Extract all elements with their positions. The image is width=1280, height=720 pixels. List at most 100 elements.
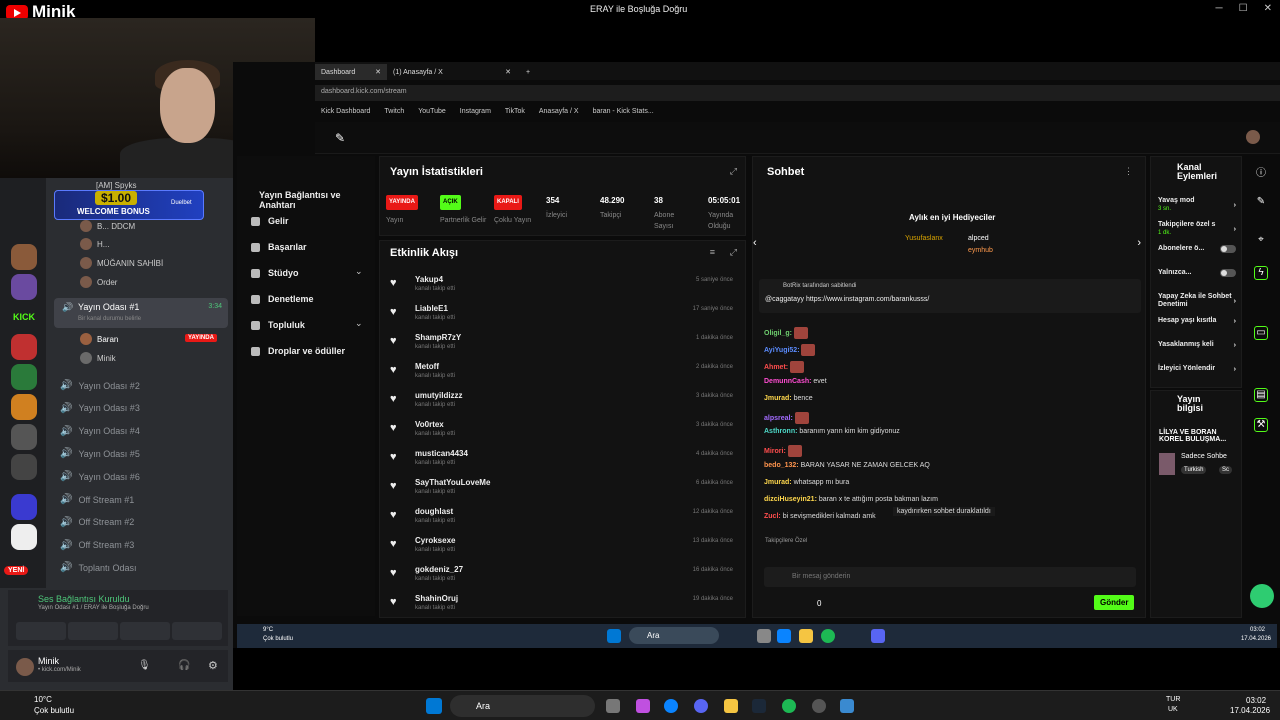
voice-user[interactable]: [AM] Spyks <box>96 181 136 190</box>
channel-action[interactable]: Abonelere ö... <box>1158 245 1236 253</box>
popout-icon[interactable]: ⤢ <box>730 247 737 258</box>
bookmark[interactable]: TikTok <box>505 108 525 115</box>
close-icon[interactable]: ✕ <box>1264 3 1272 14</box>
follower-name[interactable]: ShahinOruj <box>415 594 458 603</box>
crosshair-icon[interactable]: ⌖ <box>1254 234 1268 248</box>
voice-channel[interactable]: 🔊 Off Stream #3 <box>60 540 134 551</box>
folder-icon[interactable] <box>799 629 813 643</box>
lang-label[interactable]: TUR <box>1166 696 1180 703</box>
chat-username[interactable]: Ahmet: <box>764 364 788 371</box>
new-tab-button[interactable]: + <box>520 64 536 80</box>
taskbar-search[interactable]: Ara <box>629 627 719 644</box>
follower-name[interactable]: mustican4434 <box>415 449 468 458</box>
chat-message[interactable]: Zucl: bi sevişmedikleri kalmadı amk <box>764 513 876 520</box>
server-icon[interactable] <box>11 334 37 360</box>
nav-drops[interactable]: Droplar ve ödüller <box>251 346 345 356</box>
bookmark[interactable]: Anasayfa / X <box>539 108 579 115</box>
active-voice-channel[interactable]: 🔊 Yayın Odası #1 3:34 Bir kanal durumu b… <box>54 298 228 328</box>
bookmark[interactable]: YouTube <box>418 108 446 115</box>
chevron-down-icon[interactable]: ⌄ <box>355 318 363 329</box>
follower-name[interactable]: ShampR7zY <box>415 333 461 342</box>
folder-icon[interactable] <box>724 699 738 713</box>
voice-user[interactable]: B... DDCM <box>80 220 135 232</box>
chat-message[interactable]: Jmurad: bence <box>764 395 813 402</box>
voice-channel[interactable]: 🔊 Yayın Odası #6 <box>60 471 140 482</box>
channel-action[interactable]: İzleyici Yönlendir › <box>1158 365 1236 373</box>
pin-icon[interactable]: ✎ <box>335 131 345 145</box>
support-button[interactable] <box>1250 584 1274 608</box>
app-icon[interactable] <box>757 629 771 643</box>
chat-message[interactable]: Mirori: <box>764 445 802 458</box>
nav-revenue[interactable]: Gelir <box>251 216 289 226</box>
channel-action[interactable]: Hesap yaşı kısıtla › <box>1158 317 1236 325</box>
voice-user[interactable]: H... <box>80 238 109 250</box>
channel-action[interactable]: Yalnızca... <box>1158 269 1236 277</box>
app-icon[interactable] <box>812 699 826 713</box>
chat-username[interactable]: AyiYugi52: <box>764 347 800 354</box>
chat-message[interactable]: Asthronn: baranım yarın kim kim gidiyonu… <box>764 428 900 435</box>
chat-message[interactable]: Ahmet: <box>764 360 805 373</box>
toggle[interactable] <box>1220 269 1236 277</box>
edit-icon[interactable]: ✎ <box>1254 196 1268 210</box>
follower-name[interactable]: gokdeniz_27 <box>415 565 463 574</box>
chat-username[interactable]: Jmurad: <box>764 479 792 486</box>
chevron-right-icon[interactable]: › <box>1137 237 1141 249</box>
channel-action[interactable]: Yasaklanmış keli › <box>1158 341 1236 349</box>
discord-icon[interactable] <box>871 629 885 643</box>
follower-name[interactable]: Vo0rtex <box>415 420 444 429</box>
more-options-icon[interactable]: ⋮ <box>1124 166 1133 177</box>
tag[interactable]: Sc <box>1219 466 1233 474</box>
copilot-icon[interactable] <box>636 699 650 713</box>
discord-icon[interactable] <box>694 699 708 713</box>
voice-user[interactable]: Baran <box>80 333 118 345</box>
voice-user[interactable]: Order <box>80 276 117 288</box>
chat-message[interactable]: AyiYugi52: <box>764 343 816 356</box>
chat-message[interactable]: dizciHuseyin21: baran x te attığım posta… <box>764 496 938 503</box>
camera-off-button[interactable] <box>16 622 66 640</box>
bookmark[interactable]: Twitch <box>384 108 404 115</box>
task-view-icon[interactable] <box>606 699 620 713</box>
tag[interactable]: Turkish <box>1181 466 1207 474</box>
bolt-icon[interactable]: ϟ <box>1254 266 1268 280</box>
avatar[interactable] <box>16 658 34 676</box>
chat-username[interactable]: Jmurad: <box>764 395 792 402</box>
chat-username[interactable]: Oligil_g: <box>764 330 792 337</box>
follower-name[interactable]: Yakup4 <box>415 275 443 284</box>
voice-channel[interactable]: 🔊 Yayın Odası #3 <box>60 403 140 414</box>
server-icon[interactable] <box>11 524 37 550</box>
voice-channel[interactable]: 🔊 Yayın Odası #5 <box>60 448 140 459</box>
chat-input[interactable]: Bir mesaj gönderin <box>764 567 1136 587</box>
chevron-left-icon[interactable]: ‹ <box>753 237 757 249</box>
follower-name[interactable]: Metoff <box>415 362 439 371</box>
spotify-icon[interactable] <box>782 699 796 713</box>
voice-channel[interactable]: 🔊 Off Stream #2 <box>60 517 134 528</box>
follower-name[interactable]: SayThatYouLoveMe <box>415 478 490 487</box>
chat-username[interactable]: Asthronn: <box>764 428 797 435</box>
chat-paused-notice[interactable]: kaydırırken sohbet duraklatıldı <box>893 507 995 516</box>
windows-start-icon[interactable] <box>426 698 442 714</box>
edge-icon[interactable] <box>664 699 678 713</box>
avatar[interactable] <box>1246 130 1260 144</box>
info-icon[interactable]: ⓘ <box>1254 164 1268 179</box>
chat-message[interactable]: Jmurad: whatsapp mı bura <box>764 479 849 486</box>
popout-icon[interactable]: ⤢ <box>730 166 737 177</box>
chat-username[interactable]: bedo_132: <box>764 462 799 469</box>
chat-message[interactable]: bedo_132: BARAN YASAR NE ZAMAN GELCEK AQ <box>764 462 930 469</box>
chat-username[interactable]: dizciHuseyin21: <box>764 496 817 503</box>
address-bar[interactable]: dashboard.kick.com/stream <box>315 85 1280 101</box>
channel-action[interactable]: Yapay Zeka ile Sohbet Denetimi › <box>1158 293 1236 309</box>
server-icon[interactable] <box>11 274 37 300</box>
activities-button[interactable] <box>120 622 170 640</box>
headphones-icon[interactable]: 🎧 <box>178 660 190 671</box>
nav-moderation[interactable]: Denetleme <box>251 294 314 304</box>
bookmark[interactable]: Instagram <box>460 108 491 115</box>
voice-channel[interactable]: 🔊 Off Stream #1 <box>60 494 134 505</box>
voice-channel[interactable]: 🔊 Yayın Odası #2 <box>60 380 140 391</box>
toggle[interactable] <box>1220 245 1236 253</box>
nav-achievements[interactable]: Başarılar <box>251 242 307 252</box>
windows-start-icon[interactable] <box>607 629 621 643</box>
wrench-icon[interactable]: ⚒ <box>1254 418 1268 432</box>
chat-username[interactable]: alpsreal: <box>764 414 793 421</box>
voice-channel[interactable]: 🔊 Toplantı Odası <box>60 562 137 573</box>
bookmark[interactable]: Kick Dashboard <box>321 108 370 115</box>
